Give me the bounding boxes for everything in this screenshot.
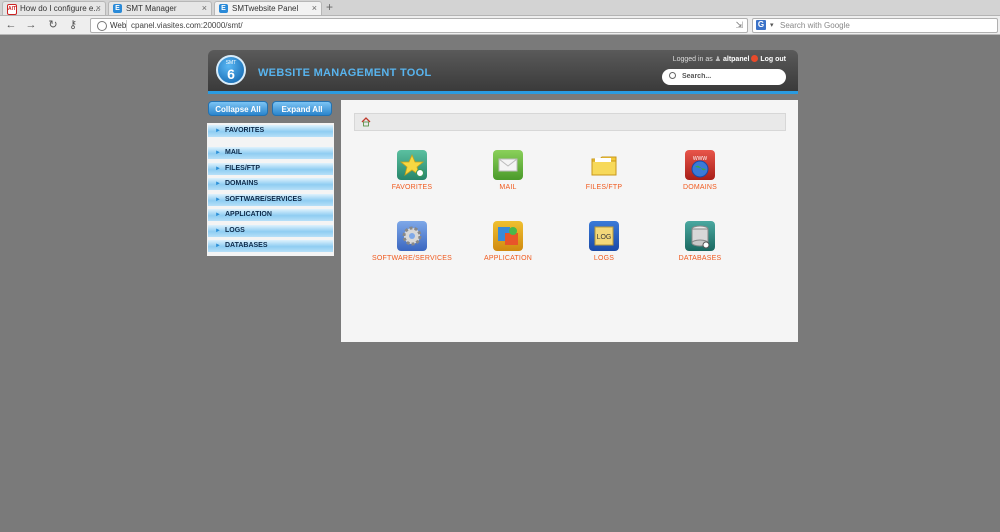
- expand-all-button[interactable]: Expand All: [272, 101, 332, 116]
- sidebar-item-mail[interactable]: ► MAIL: [208, 147, 333, 159]
- smt-logo: SMT 6: [216, 55, 246, 85]
- share-icon[interactable]: ⇲: [735, 19, 743, 32]
- breadcrumb: [354, 113, 786, 131]
- page-title: WEBSITE MANAGEMENT TOOL: [258, 67, 432, 79]
- star-icon: [397, 150, 427, 180]
- tab-title: SMTwebsite Panel: [232, 4, 299, 13]
- search-icon: [669, 72, 676, 79]
- sidebar-item-software-services[interactable]: ► SOFTWARE/SERVICES: [208, 194, 333, 206]
- arrow-right-icon: ►: [215, 150, 221, 156]
- tab-favicon-icon: E: [219, 4, 228, 13]
- logout-icon[interactable]: [751, 55, 759, 62]
- globe-icon: [97, 21, 107, 31]
- logout-link[interactable]: Log out: [760, 56, 786, 63]
- username[interactable]: altpanel: [723, 56, 749, 63]
- browser-nav-bar: ← → ↻ ⚷ Web cpanel.viasites.com:20000/sm…: [0, 16, 1000, 35]
- google-icon[interactable]: G: [756, 20, 766, 30]
- url-prefix: Web: [110, 21, 127, 30]
- sidebar-item-logs[interactable]: ► LOGS: [208, 225, 333, 237]
- browser-tab-bar: AIT How do I configure e... × E SMT Mana…: [0, 0, 1000, 16]
- envelope-icon: [493, 150, 523, 180]
- sidebar-item-databases[interactable]: ► DATABASES: [208, 240, 333, 252]
- url-divider: [126, 20, 127, 31]
- forward-arrow-icon[interactable]: →: [24, 18, 38, 32]
- tab-close-icon[interactable]: ×: [96, 2, 101, 15]
- logo-number: 6: [227, 66, 235, 82]
- sidebar-item-label: FAVORITES: [225, 127, 265, 134]
- database-icon: [685, 221, 715, 251]
- main-content: FAVORITES MAIL FILES/FTP WWW DOMAINS SOF…: [341, 100, 798, 342]
- tile-mail[interactable]: MAIL: [453, 150, 563, 191]
- sidebar-item-label: DOMAINS: [225, 180, 259, 187]
- tile-label: LOGS: [593, 255, 615, 262]
- logged-in-label: Logged in as: [672, 56, 713, 63]
- address-bar[interactable]: Web cpanel.viasites.com:20000/smt/ ⇲: [90, 18, 748, 33]
- tile-application[interactable]: APPLICATION: [453, 221, 563, 262]
- tile-software-services[interactable]: SOFTWARE/SERVICES: [357, 221, 467, 262]
- log-book-icon: LOG: [589, 221, 619, 251]
- tab-favicon-icon: AIT: [7, 4, 17, 15]
- sidebar-item-label: MAIL: [225, 149, 243, 156]
- tile-label: FAVORITES: [391, 184, 433, 191]
- tile-label: SOFTWARE/SERVICES: [371, 255, 453, 262]
- tab-title: How do I configure e...: [20, 4, 101, 13]
- tab-title: SMT Manager: [126, 4, 177, 13]
- arrow-right-icon: ►: [215, 243, 221, 249]
- tab-close-icon[interactable]: ×: [202, 2, 207, 15]
- arrow-right-icon: ►: [215, 166, 221, 172]
- sidebar-item-application[interactable]: ► APPLICATION: [208, 209, 333, 221]
- folder-icon: [589, 150, 619, 180]
- tile-label: MAIL: [499, 184, 517, 191]
- key-icon[interactable]: ⚷: [66, 18, 80, 32]
- gear-icon: [397, 221, 427, 251]
- arrow-right-icon: ►: [215, 228, 221, 234]
- tile-label: DATABASES: [678, 255, 722, 262]
- arrow-right-icon: ►: [215, 128, 221, 134]
- panel-header: SMT 6 WEBSITE MANAGEMENT TOOL Logged in …: [208, 50, 798, 94]
- tile-label: DOMAINS: [682, 184, 718, 191]
- arrow-right-icon: ►: [215, 181, 221, 187]
- sidebar-item-label: APPLICATION: [225, 211, 272, 218]
- browser-tab-3[interactable]: E SMTwebsite Panel ×: [214, 1, 322, 15]
- arrow-right-icon: ►: [215, 197, 221, 203]
- svg-text:LOG: LOG: [597, 234, 612, 241]
- browser-search-box[interactable]: G ▾ Search with Google: [752, 18, 998, 33]
- tile-files-ftp[interactable]: FILES/FTP: [549, 150, 659, 191]
- url-text[interactable]: cpanel.viasites.com:20000/smt/: [131, 19, 243, 32]
- browser-tab-2[interactable]: E SMT Manager ×: [108, 1, 212, 15]
- sidebar-item-label: FILES/FTP: [225, 165, 260, 172]
- tile-logs[interactable]: LOG LOGS: [549, 221, 659, 262]
- tile-databases[interactable]: DATABASES: [645, 221, 755, 262]
- tile-domains[interactable]: WWW DOMAINS: [645, 150, 755, 191]
- tab-close-icon[interactable]: ×: [312, 2, 317, 15]
- user-icon: ♟: [714, 56, 722, 63]
- collapse-all-button[interactable]: Collapse All: [208, 101, 268, 116]
- application-icon: [493, 221, 523, 251]
- tile-label: FILES/FTP: [585, 184, 623, 191]
- back-arrow-icon[interactable]: ←: [4, 18, 18, 32]
- new-tab-button[interactable]: +: [326, 1, 333, 14]
- reload-icon[interactable]: ↻: [46, 18, 60, 32]
- globe-www-icon: WWW: [685, 150, 715, 180]
- browser-tab-1[interactable]: AIT How do I configure e... ×: [2, 1, 106, 15]
- browser-search-placeholder: Search with Google: [780, 21, 850, 30]
- sidebar-item-label: LOGS: [225, 227, 245, 234]
- sidebar-item-label: DATABASES: [225, 242, 268, 249]
- search-input[interactable]: [682, 71, 778, 82]
- arrow-right-icon: ►: [215, 212, 221, 218]
- sidebar-item-favorites[interactable]: ► FAVORITES: [208, 125, 333, 137]
- sidebar: ► FAVORITES ► MAIL ► FILES/FTP ► DOMAINS…: [207, 123, 334, 256]
- sidebar-item-files-ftp[interactable]: ► FILES/FTP: [208, 163, 333, 175]
- home-icon[interactable]: [361, 117, 371, 127]
- login-status: Logged in as ♟ altpanel Log out: [673, 55, 786, 65]
- sidebar-item-domains[interactable]: ► DOMAINS: [208, 178, 333, 190]
- panel-search[interactable]: [662, 69, 786, 85]
- tile-label: APPLICATION: [484, 255, 532, 262]
- tab-favicon-icon: E: [113, 4, 122, 13]
- tile-favorites[interactable]: FAVORITES: [357, 150, 467, 191]
- chevron-down-icon[interactable]: ▾: [770, 19, 774, 32]
- sidebar-item-label: SOFTWARE/SERVICES: [225, 196, 302, 203]
